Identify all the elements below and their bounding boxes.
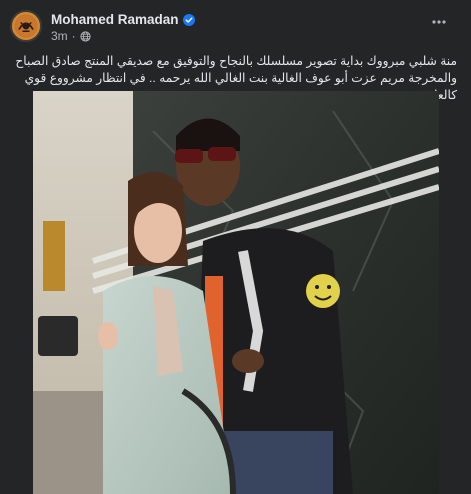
- meta-separator: ·: [71, 29, 76, 43]
- post-photo-image: [33, 91, 439, 494]
- avatar-emblem-icon: [15, 15, 37, 37]
- author-row: Mohamed Ramadan: [51, 12, 195, 27]
- caption-line-1: منة شلبي مبرووك بداية تصوير مسلسلك بالنج…: [15, 54, 457, 68]
- post-photo[interactable]: [33, 91, 439, 494]
- globe-icon[interactable]: [80, 30, 91, 42]
- more-options-icon: [432, 20, 446, 24]
- post-timestamp[interactable]: 3m: [51, 29, 68, 43]
- author-name[interactable]: Mohamed Ramadan: [51, 12, 179, 27]
- more-options-button[interactable]: [431, 14, 447, 30]
- facebook-post: Mohamed Ramadan 3m · منة شلبي مبرووك بدا…: [0, 0, 471, 494]
- verified-badge-icon: [182, 13, 195, 26]
- author-avatar[interactable]: [10, 10, 42, 42]
- post-meta: 3m ·: [51, 29, 91, 43]
- post-header: Mohamed Ramadan 3m ·: [0, 0, 471, 50]
